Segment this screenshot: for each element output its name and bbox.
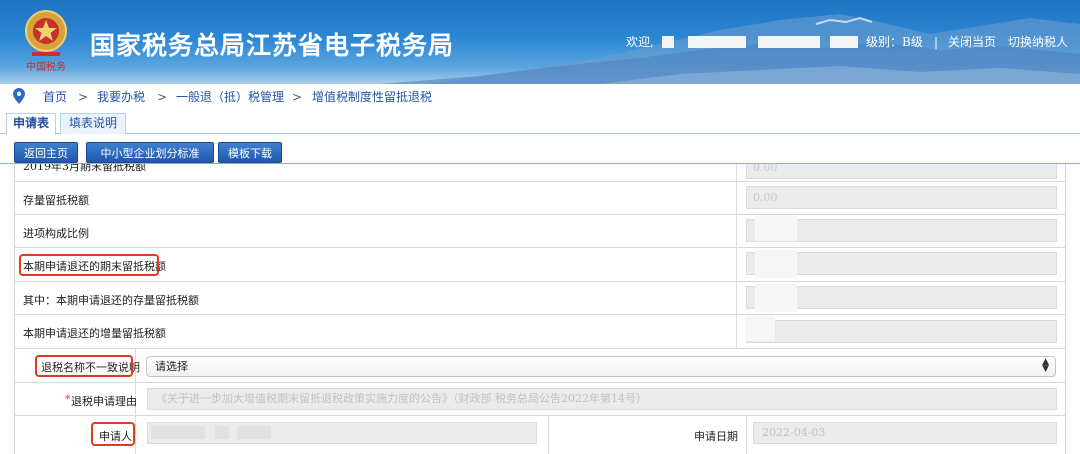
redacted-name	[215, 426, 229, 439]
switch-taxpayer-link[interactable]: 切换纳税人	[1008, 33, 1068, 51]
reason-label: 退税申请理由	[71, 395, 137, 408]
sme-standard-button[interactable]: 中小型企业划分标准	[86, 142, 214, 163]
site-header: 中国税务 国家税务总局江苏省电子税务局 欢迎, 级别：B级 | 关闭当页 切换纳…	[0, 0, 1080, 84]
tax-emblem-logo: 中国税务	[25, 10, 67, 73]
column-divider	[736, 215, 737, 248]
breadcrumb: 首页 > 我要办税 > 一般退（抵）税管理 > 增值税制度性留抵退税	[0, 84, 1080, 110]
row-value-field: 0.00	[746, 186, 1057, 209]
redacted-name	[151, 426, 205, 439]
form-row: 其中：本期申请退还的存量留抵税额	[15, 282, 1065, 315]
row-label: 进项构成比例	[23, 227, 89, 240]
welcome-text: 欢迎,	[626, 35, 654, 49]
redacted-name	[688, 36, 746, 48]
svg-text:中国税务: 中国税务	[26, 60, 66, 73]
mismatch-explanation-select[interactable]: 请选择 ▲ ▼	[146, 356, 1056, 377]
breadcrumb-tax-services[interactable]: 我要办税	[97, 89, 145, 105]
applicant-field[interactable]	[147, 422, 537, 444]
highlight-box	[19, 254, 159, 276]
tab-application-form[interactable]: 申请表	[6, 113, 56, 135]
row-label: 2019年3月期末留抵税额	[23, 164, 146, 173]
redacted-value	[755, 250, 797, 278]
breadcrumb-separator: >	[78, 90, 89, 104]
apply-date-field[interactable]: 2022-04-03	[753, 422, 1057, 444]
form-row: 本期申请退还的增量留抵税额 0.0	[15, 315, 1065, 349]
back-home-button[interactable]: 返回主页	[14, 142, 78, 163]
breadcrumb-separator: >	[292, 90, 303, 104]
redacted-name	[830, 36, 858, 48]
apply-date-label: 申请日期	[694, 430, 738, 443]
toolbar: 返回主页 中小型企业划分标准 模板下载	[0, 134, 1080, 164]
credit-level: 级别：B级	[866, 35, 923, 49]
redacted-name	[758, 36, 820, 48]
breadcrumb-refund-management[interactable]: 一般退（抵）税管理	[176, 89, 284, 105]
column-divider	[736, 315, 737, 349]
column-divider	[135, 416, 136, 454]
form-row: * 退税申请理由 《关于进一步加大增值税期末留抵退税政策实施力度的公告》（财政部…	[15, 383, 1065, 416]
refund-application-form: 2019年3月期末留抵税额 0.00 存量留抵税额 0.00 进项构成比例 本期…	[14, 164, 1066, 454]
select-arrows-icon: ▲ ▼	[1042, 357, 1049, 374]
form-row: 存量留抵税额 0.00	[15, 182, 1065, 215]
column-divider	[736, 164, 737, 182]
refund-reason-field[interactable]: 《关于进一步加大增值税期末留抵退税政策实施力度的公告》（财政部 税务总局公告20…	[147, 388, 1057, 410]
row-value-field: 0.00	[746, 164, 1057, 179]
user-bar: 欢迎, 级别：B级 | 关闭当页 切换纳税人	[626, 33, 1076, 51]
highlight-box	[35, 355, 133, 377]
row-label: 存量留抵税额	[23, 194, 89, 207]
column-divider	[746, 416, 747, 454]
required-asterisk: *	[65, 393, 71, 406]
column-divider	[736, 282, 737, 315]
redacted-name	[237, 426, 271, 439]
column-divider	[736, 248, 737, 282]
header-separator: |	[934, 35, 939, 49]
column-divider	[548, 416, 549, 454]
template-download-button[interactable]: 模板下载	[218, 142, 282, 163]
form-row: 本期申请退还的期末留抵税额	[15, 248, 1065, 282]
select-value: 请选择	[155, 360, 188, 373]
form-row: 进项构成比例	[15, 215, 1065, 248]
redacted-value	[745, 315, 775, 341]
breadcrumb-home[interactable]: 首页	[43, 89, 67, 105]
row-label: 其中：本期申请退还的存量留抵税额	[23, 294, 199, 307]
row-label: 本期申请退还的增量留抵税额	[23, 327, 166, 340]
redacted-value	[755, 284, 797, 312]
redacted-value	[755, 215, 797, 241]
close-page-link[interactable]: 关闭当页	[948, 33, 996, 51]
site-title: 国家税务总局江苏省电子税务局	[90, 31, 455, 60]
location-pin-icon	[13, 88, 25, 104]
highlight-box	[91, 422, 135, 446]
column-divider	[736, 182, 737, 215]
tab-filling-instructions[interactable]: 填表说明	[60, 113, 126, 134]
row-value-field: 0.0	[746, 320, 1057, 343]
redacted-name	[662, 36, 674, 48]
form-row: 申请人 申请日期 2022-04-03	[15, 416, 1065, 454]
form-row: 2019年3月期末留抵税额 0.00	[15, 164, 1065, 182]
tab-bar: 申请表 填表说明	[0, 110, 1080, 135]
breadcrumb-separator: >	[157, 90, 168, 104]
breadcrumb-current: 增值税制度性留抵退税	[312, 90, 433, 104]
